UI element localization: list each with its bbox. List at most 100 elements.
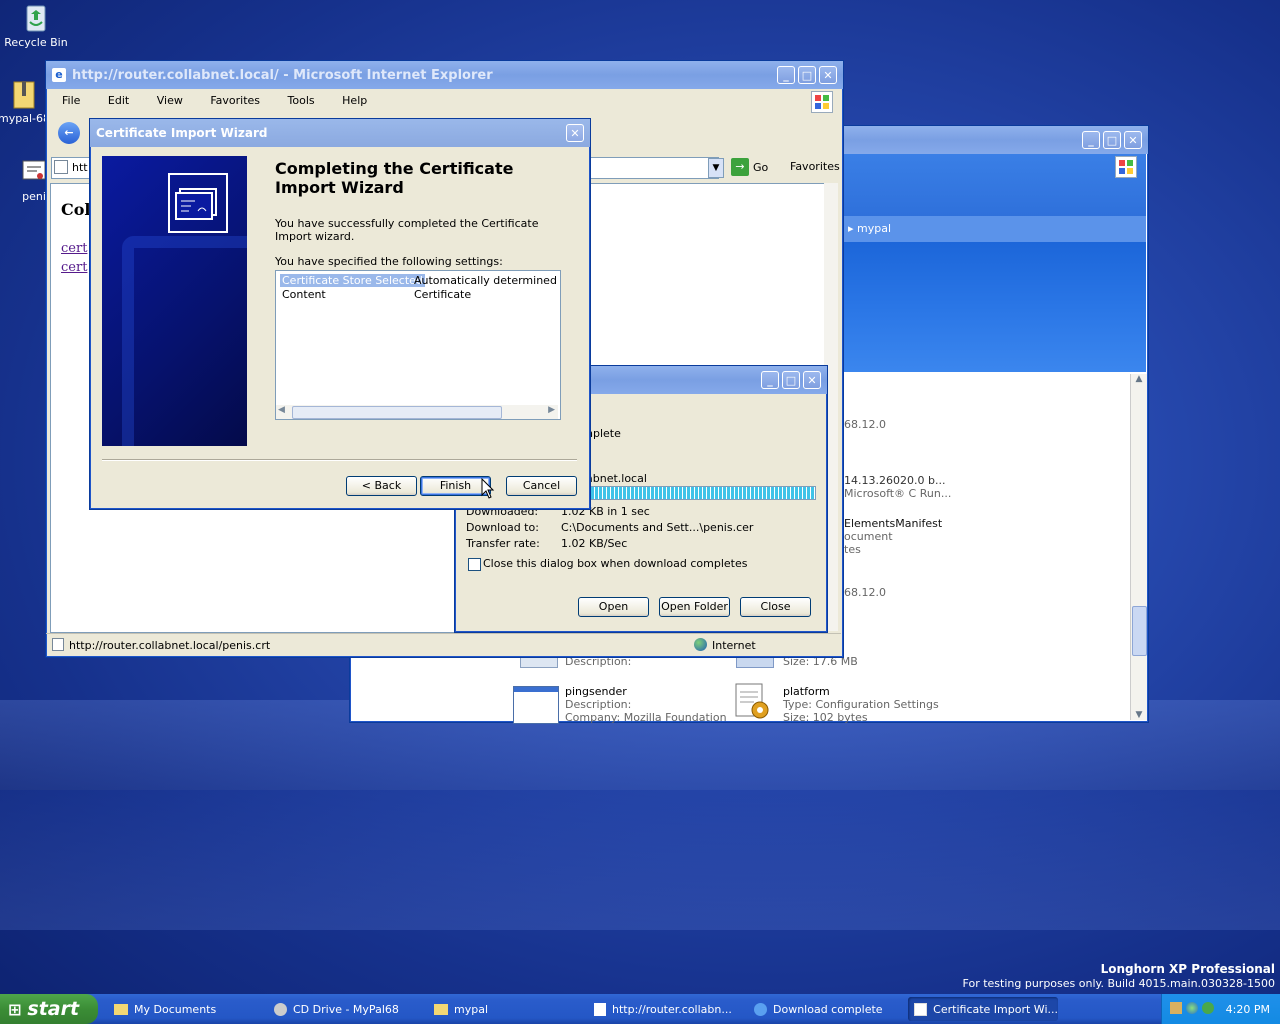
- close-button[interactable]: ✕: [803, 371, 821, 389]
- minimize-button[interactable]: _: [777, 66, 795, 84]
- cert-link[interactable]: cert: [61, 241, 87, 256]
- chevron-down-icon: ▼: [712, 163, 720, 173]
- side-panel-decoration: [122, 236, 247, 446]
- breadcrumb-folder[interactable]: mypal: [857, 222, 891, 235]
- pingsender-name[interactable]: pingsender: [565, 685, 627, 698]
- platform-size: Size: 102 bytes: [783, 711, 868, 724]
- cancel-button[interactable]: Cancel: [506, 476, 577, 496]
- ie-page-icon: [594, 1002, 606, 1016]
- vertical-scrollbar[interactable]: ▲ ▼: [1130, 374, 1147, 720]
- wizard-success-text: You have successfully completed the Cert…: [275, 217, 539, 243]
- taskbar-item-my-documents[interactable]: My Documents: [108, 997, 258, 1021]
- ie-titlebar[interactable]: e http://router.collabnet.local/ - Micro…: [46, 61, 843, 89]
- maximize-button[interactable]: □: [798, 66, 816, 84]
- horizontal-scrollbar[interactable]: ◀ ▶: [276, 405, 558, 419]
- address-dropdown[interactable]: ▼: [708, 158, 724, 178]
- back-button[interactable]: ←: [58, 122, 80, 144]
- cert-link[interactable]: cert: [61, 260, 87, 275]
- wizard-heading: Completing the Certificate Import Wizard: [275, 159, 514, 197]
- list-item: 68.12.0: [844, 418, 886, 431]
- taskbar-item-ie[interactable]: http://router.collabn...: [588, 997, 738, 1021]
- close-button[interactable]: ✕: [566, 124, 584, 142]
- ie-logo-icon: [754, 1002, 767, 1016]
- windows-flag-icon: ⊞: [8, 999, 22, 1019]
- maximize-button[interactable]: □: [1103, 131, 1121, 149]
- window-icon: [914, 1002, 928, 1016]
- certificate-import-wizard[interactable]: Certificate Import Wizard ✕ Completing t…: [89, 118, 591, 510]
- menu-tools[interactable]: Tools: [288, 94, 315, 107]
- wizard-side-panel: [102, 156, 247, 446]
- breadcrumb-arrow-icon: ▸: [848, 222, 858, 235]
- windows-flag-icon: [1115, 156, 1137, 178]
- close-download-button[interactable]: Close: [740, 597, 811, 617]
- minimize-button[interactable]: _: [1082, 131, 1100, 149]
- download-source: abnet.local: [586, 472, 647, 485]
- start-button[interactable]: ⊞ start: [0, 994, 98, 1024]
- taskbar-item-cd-drive[interactable]: CD Drive - MyPal68: [268, 997, 418, 1021]
- download-status: nplete: [586, 427, 621, 440]
- task-label: Certificate Import Wi...: [933, 1002, 1058, 1016]
- close-button[interactable]: ✕: [1124, 131, 1142, 149]
- pingsender-desc: Description:: [565, 698, 632, 711]
- watermark-title: Longhorn XP Professional: [1100, 962, 1275, 976]
- taskbar: ⊞ start My Documents CD Drive - MyPal68 …: [0, 994, 1280, 1024]
- wizard-specified-text: You have specified the following setting…: [275, 255, 503, 268]
- scroll-thumb[interactable]: [292, 406, 502, 419]
- favorites-link[interactable]: Favorites: [790, 160, 840, 173]
- taskbar-item-download[interactable]: Download complete: [748, 997, 898, 1021]
- close-button[interactable]: ✕: [819, 66, 837, 84]
- go-button[interactable]: → Go: [731, 157, 768, 177]
- mouse-cursor-icon: [481, 477, 495, 503]
- close-when-done-label[interactable]: Close this dialog box when download comp…: [483, 557, 747, 570]
- minimize-button[interactable]: _: [761, 371, 779, 389]
- go-label: Go: [753, 160, 769, 174]
- status-url: http://router.collabnet.local/penis.crt: [69, 639, 271, 652]
- close-when-done-checkbox[interactable]: [468, 558, 481, 571]
- menu-help[interactable]: Help: [342, 94, 367, 107]
- scroll-down-icon[interactable]: ▼: [1131, 710, 1147, 720]
- list-item: ElementsManifest: [844, 517, 943, 530]
- platform-file-icon[interactable]: [734, 682, 770, 720]
- page-heading: Col: [61, 200, 91, 219]
- platform-name[interactable]: platform: [783, 685, 830, 698]
- download-to-label: Download to:: [466, 521, 539, 534]
- globe-icon[interactable]: [1186, 1002, 1198, 1014]
- windows-flag-icon: [811, 91, 833, 113]
- scroll-left-icon[interactable]: ◀: [278, 405, 285, 415]
- pingsender-file-icon[interactable]: [513, 686, 559, 724]
- open-button[interactable]: Open: [578, 597, 649, 617]
- settings-list[interactable]: Certificate Store Selected Automatically…: [275, 270, 561, 420]
- settings-row[interactable]: Content Certificate: [280, 288, 560, 302]
- network-icon[interactable]: [1170, 1002, 1182, 1014]
- menu-edit[interactable]: Edit: [108, 94, 129, 107]
- zip-folder-icon: [8, 78, 40, 110]
- wizard-titlebar[interactable]: Certificate Import Wizard ✕: [90, 119, 590, 147]
- list-item: tes: [844, 543, 861, 556]
- menu-favorites[interactable]: Favorites: [210, 94, 260, 107]
- back-button[interactable]: < Back: [346, 476, 417, 496]
- security-icon[interactable]: [1202, 1002, 1214, 1014]
- go-arrow-icon: →: [731, 158, 749, 176]
- taskbar-item-certificate-wizard[interactable]: Certificate Import Wi...: [908, 997, 1058, 1021]
- scroll-right-icon[interactable]: ▶: [548, 405, 555, 415]
- system-tray: 4:20 PM: [1161, 994, 1280, 1024]
- maximize-button[interactable]: □: [782, 371, 800, 389]
- settings-row[interactable]: Certificate Store Selected Automatically…: [280, 274, 560, 288]
- menu-file[interactable]: File: [62, 94, 80, 107]
- list-item: ocument: [844, 530, 893, 543]
- watermark-subtitle: For testing purposes only. Build 4015.ma…: [962, 977, 1275, 990]
- folder-icon: [434, 1003, 448, 1015]
- certificate-icon: [168, 173, 228, 233]
- taskbar-item-mypal[interactable]: mypal: [428, 997, 578, 1021]
- download-progress-fill: [587, 487, 815, 499]
- recycle-bin-desktop-icon[interactable]: Recycle Bin: [0, 2, 72, 49]
- transfer-rate-label: Transfer rate:: [466, 537, 540, 550]
- setting-name: Content: [282, 288, 326, 301]
- clock[interactable]: 4:20 PM: [1226, 1003, 1270, 1016]
- menu-view[interactable]: View: [157, 94, 183, 107]
- scroll-thumb[interactable]: [1132, 606, 1147, 656]
- task-label: CD Drive - MyPal68: [293, 1002, 399, 1016]
- scroll-up-icon[interactable]: ▲: [1131, 374, 1147, 388]
- task-label: mypal: [454, 1002, 489, 1016]
- open-folder-button[interactable]: Open Folder: [659, 597, 730, 617]
